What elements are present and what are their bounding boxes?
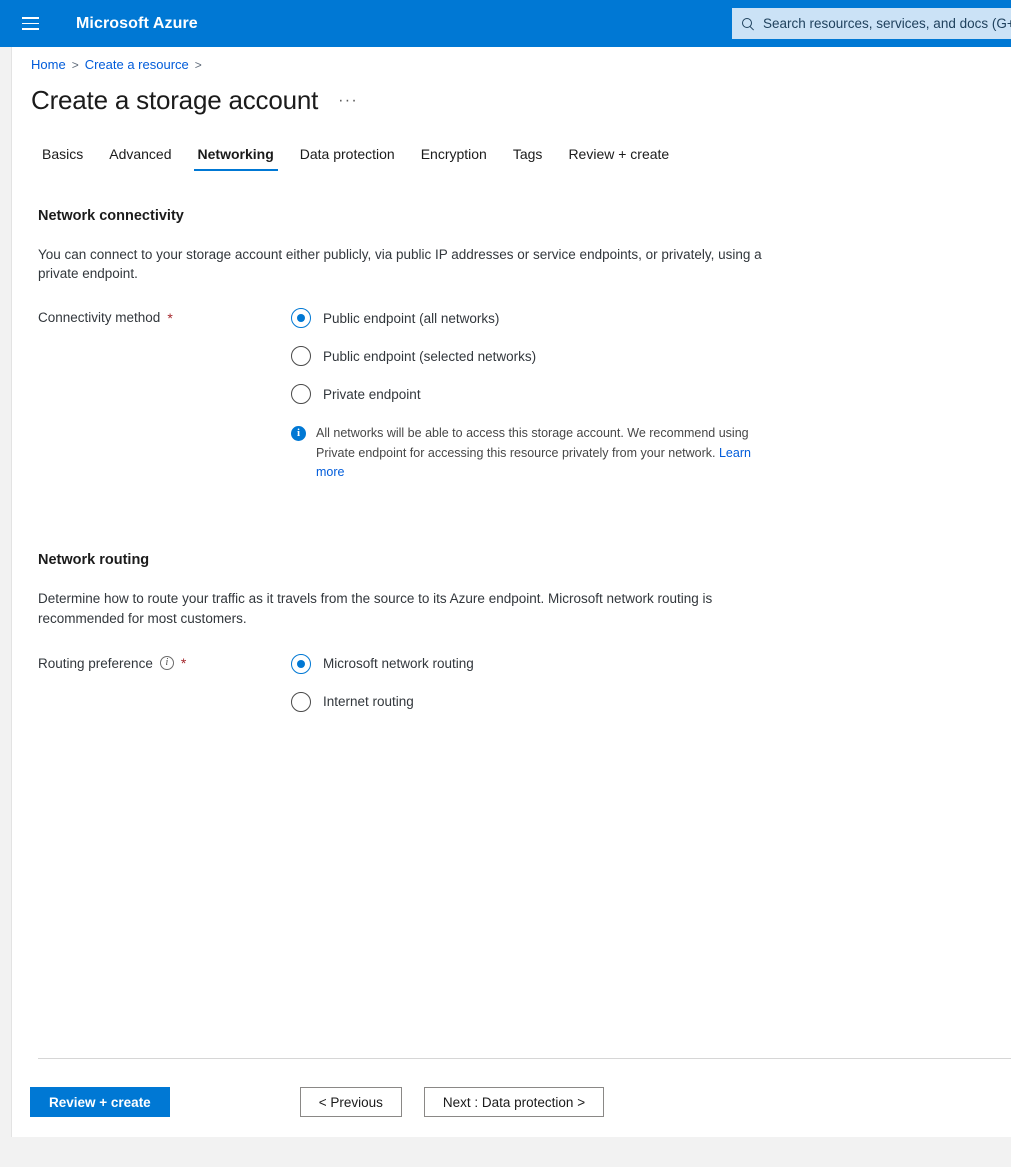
breadcrumb-item-home[interactable]: Home — [31, 57, 66, 72]
form-body: Network connectivity You can connect to … — [12, 208, 1011, 712]
radio-private-endpoint[interactable]: Private endpoint — [291, 384, 1011, 405]
tab-data-protection[interactable]: Data protection — [287, 142, 408, 171]
required-asterisk: * — [167, 309, 173, 326]
radio-public-endpoint-all-networks[interactable]: Public endpoint (all networks) — [291, 308, 1011, 329]
field-label-text: Routing preference — [38, 655, 153, 671]
section-description-network-routing: Determine how to route your traffic as i… — [38, 591, 713, 626]
page-title-row: Create a storage account ··· — [31, 87, 1011, 113]
search-input[interactable]: Search resources, services, and docs (G+… — [732, 8, 1011, 39]
field-connectivity-method: Connectivity method * Public endpoint (a… — [12, 308, 1011, 482]
footer-divider — [38, 1058, 1011, 1059]
radio-label: Internet routing — [323, 694, 414, 710]
radio-internet-routing[interactable]: Internet routing — [291, 691, 1011, 712]
radio-icon — [291, 308, 311, 329]
radio-label: Public endpoint (all networks) — [323, 310, 500, 326]
radio-icon — [291, 691, 311, 712]
field-label-routing-preference: Routing preference i * — [12, 654, 291, 671]
field-label-text: Connectivity method — [38, 310, 161, 326]
global-header: Microsoft Azure Search resources, servic… — [0, 0, 1011, 47]
wizard-tabs: Basics Advanced Networking Data protecti… — [29, 142, 1011, 171]
radio-label: Private endpoint — [323, 386, 421, 402]
required-asterisk: * — [180, 655, 187, 672]
tab-networking[interactable]: Networking — [185, 142, 287, 171]
field-label-connectivity-method: Connectivity method * — [12, 308, 291, 325]
wizard-footer: Review + create < Previous Next : Data p… — [12, 1087, 1011, 1117]
connectivity-info-note: i All networks will be able to access th… — [291, 424, 771, 482]
info-note-body: All networks will be able to access this… — [316, 426, 749, 460]
radio-group-routing-preference: Microsoft network routing Internet routi… — [291, 653, 1011, 712]
review-create-button[interactable]: Review + create — [30, 1087, 170, 1117]
more-actions-icon[interactable]: ··· — [338, 92, 358, 113]
breadcrumb-item-create-a-resource[interactable]: Create a resource — [85, 57, 189, 72]
radio-label: Microsoft network routing — [323, 656, 474, 672]
section-description-network-connectivity: You can connect to your storage account … — [38, 247, 762, 282]
search-placeholder: Search resources, services, and docs (G+… — [763, 16, 1011, 31]
info-note-text: All networks will be able to access this… — [316, 424, 771, 482]
tab-basics[interactable]: Basics — [29, 142, 96, 171]
brand-title[interactable]: Microsoft Azure — [76, 15, 198, 33]
radio-public-endpoint-selected-networks[interactable]: Public endpoint (selected networks) — [291, 346, 1011, 367]
radio-icon — [291, 653, 311, 674]
radio-microsoft-network-routing[interactable]: Microsoft network routing — [291, 653, 1011, 674]
search-icon — [741, 17, 755, 31]
section-heading-network-connectivity: Network connectivity — [38, 208, 184, 224]
radio-icon — [291, 346, 311, 367]
breadcrumb-separator: > — [71, 57, 79, 72]
blade-panel: Home > Create a resource > Create a stor… — [11, 47, 1011, 1137]
page-title: Create a storage account — [31, 85, 319, 115]
info-outline-icon[interactable]: i — [159, 656, 174, 671]
radio-label: Public endpoint (selected networks) — [323, 348, 537, 364]
radio-group-connectivity-method: Public endpoint (all networks) Public en… — [291, 308, 1011, 482]
next-button[interactable]: Next : Data protection > — [423, 1087, 605, 1117]
breadcrumb-separator: > — [194, 57, 202, 72]
radio-icon — [291, 384, 311, 405]
previous-button[interactable]: < Previous — [299, 1087, 402, 1117]
tab-tags[interactable]: Tags — [500, 142, 556, 171]
tab-advanced[interactable]: Advanced — [96, 142, 184, 171]
breadcrumb: Home > Create a resource > — [31, 57, 1011, 72]
field-routing-preference: Routing preference i * Microsoft network… — [12, 653, 1011, 712]
section-heading-network-routing: Network routing — [38, 552, 150, 569]
tab-review-create[interactable]: Review + create — [555, 142, 682, 171]
hamburger-icon[interactable] — [8, 0, 52, 47]
info-filled-icon: i — [291, 426, 306, 442]
tab-encryption[interactable]: Encryption — [408, 142, 500, 171]
